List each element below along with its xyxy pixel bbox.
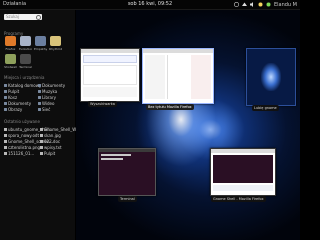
window-caption: Wyszukiwarka — [88, 101, 117, 107]
empathy-icon — [35, 36, 46, 46]
network-folder-icon — [38, 108, 41, 111]
user-status-icon — [266, 2, 271, 7]
app-label: Firefox — [5, 47, 16, 51]
recent-item[interactable]: wpisy.txt — [40, 145, 62, 150]
accessibility-icon[interactable] — [233, 1, 239, 8]
app-label: Rhythmbox — [49, 47, 62, 51]
app-firefox[interactable]: Firefox — [4, 36, 17, 52]
recent-item[interactable]: spora_nowy.odt — [4, 133, 39, 138]
file-icon — [40, 128, 43, 131]
place-item[interactable]: Dokumenty — [4, 101, 31, 106]
place-item[interactable]: Wideo — [38, 101, 54, 106]
terminal-icon — [20, 54, 31, 64]
app-shotwell[interactable]: Shotwell — [4, 54, 17, 70]
search-placeholder: Szukaj — [6, 14, 19, 19]
recent-item[interactable]: skan.jpg — [40, 133, 61, 138]
recent-item[interactable]: 151126_01... — [4, 151, 34, 156]
file-icon — [40, 146, 43, 149]
shotwell-icon — [5, 54, 16, 64]
top-panel: Działania sob 16 kwi, 09:52 Elandu M — [0, 0, 300, 10]
recent-item[interactable]: 022.doc — [40, 139, 60, 144]
file-icon — [40, 140, 43, 143]
recent-heading: Ostatnio używane — [4, 119, 40, 124]
battery-icon[interactable] — [258, 2, 263, 7]
folder-icon — [38, 102, 41, 105]
panel-clock[interactable]: sob 16 kwi, 09:52 — [120, 1, 180, 7]
folder-icon — [38, 84, 41, 87]
activities-button[interactable]: Działania — [3, 1, 26, 7]
window-caption: Gnome Shell - Mozilla Firefox — [211, 196, 266, 202]
recent-item[interactable]: czterolistna.png — [4, 145, 40, 150]
window-caption: Lubię gnome — [252, 105, 279, 111]
recent-item[interactable]: Pulpit — [40, 151, 55, 156]
image-file-icon — [4, 146, 7, 149]
app-label: Terminal — [19, 65, 32, 69]
place-item[interactable]: Sieć — [38, 107, 50, 112]
rhythmbox-icon — [50, 36, 61, 46]
app-label: Shotwell — [4, 65, 17, 69]
dash-panel: Szukaj Programy Firefox Evolution Empath… — [0, 10, 91, 240]
place-item[interactable]: Dokumenty — [38, 83, 65, 88]
place-item[interactable]: Katalog domowy — [4, 83, 41, 88]
firefox-icon — [5, 36, 16, 46]
trash-icon — [4, 96, 7, 99]
folder-icon — [38, 90, 41, 93]
file-icon — [4, 134, 7, 137]
app-evolution[interactable]: Evolution — [19, 36, 32, 52]
app-terminal[interactable]: Terminal — [19, 54, 32, 70]
volume-icon[interactable] — [249, 2, 255, 7]
place-item[interactable]: Pulpit — [4, 89, 19, 94]
places-heading: Miejsca i urządzenia — [4, 75, 45, 80]
app-label: Evolution — [19, 47, 32, 51]
folder-icon — [4, 90, 7, 93]
folder-icon — [4, 84, 7, 87]
user-menu[interactable]: Elandu M — [274, 2, 297, 8]
folder-icon — [4, 102, 7, 105]
window-caption: Terminal — [118, 196, 137, 202]
file-icon — [4, 128, 7, 131]
folder-icon — [38, 96, 41, 99]
window-thumbnail[interactable] — [142, 48, 214, 104]
search-icon — [36, 15, 41, 20]
search-input[interactable]: Szukaj — [4, 14, 42, 20]
folder-icon — [4, 108, 7, 111]
file-icon — [4, 152, 7, 155]
evolution-icon — [20, 36, 31, 46]
status-area: Elandu M — [233, 0, 297, 9]
place-item[interactable]: Obrazy — [4, 107, 22, 112]
window-caption-selected: Bez tytułu Mozilla Firefox — [146, 104, 194, 110]
place-item[interactable]: Kosz — [4, 95, 17, 100]
file-icon — [4, 140, 7, 143]
window-thumbnail[interactable] — [210, 148, 276, 196]
app-rhythmbox[interactable]: Rhythmbox — [49, 36, 62, 52]
workspace-overview[interactable]: Wyszukiwarka Bez tytułu Mozilla Firefox … — [76, 10, 300, 240]
place-item[interactable]: Muzyka — [38, 89, 57, 94]
folder-icon — [40, 152, 43, 155]
image-file-icon — [40, 134, 43, 137]
window-thumbnail[interactable] — [80, 48, 140, 102]
window-thumbnail[interactable] — [98, 148, 156, 196]
network-icon[interactable] — [241, 2, 247, 7]
app-label: Empathy — [34, 47, 47, 51]
app-empathy[interactable]: Empathy — [34, 36, 47, 52]
place-item[interactable]: Library — [38, 95, 56, 100]
window-thumbnail[interactable] — [246, 48, 296, 106]
